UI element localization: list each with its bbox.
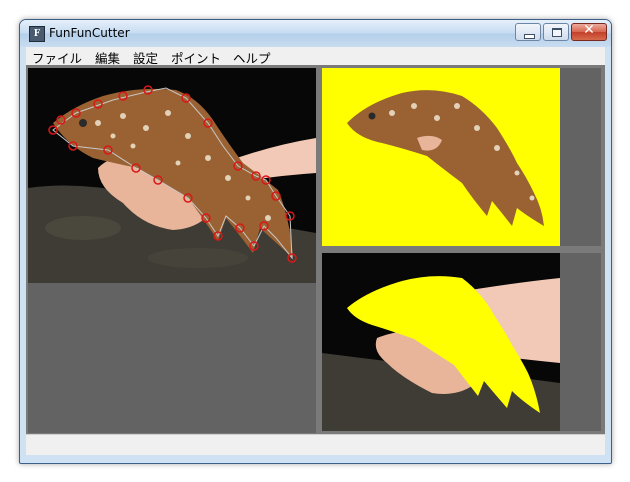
minimize-icon xyxy=(524,34,535,39)
editor-canvas[interactable] xyxy=(28,68,316,433)
close-button[interactable]: ✕ xyxy=(571,22,607,41)
cutout-preview-pane xyxy=(322,68,601,246)
editor-pane xyxy=(28,68,316,433)
app-icon[interactable]: F xyxy=(29,26,45,42)
status-bar xyxy=(26,434,605,455)
app-window: F FunFunCutter ✕ ファイル 編集 設定 ポイント ヘルプ xyxy=(19,19,612,464)
mask-preview-image xyxy=(322,253,560,431)
minimize-button[interactable] xyxy=(515,23,541,41)
maximize-button[interactable] xyxy=(543,23,569,41)
close-icon: ✕ xyxy=(583,22,595,38)
cutout-preview-image xyxy=(322,68,560,246)
menu-bar: ファイル 編集 設定 ポイント ヘルプ xyxy=(26,47,605,66)
window-title: FunFunCutter xyxy=(49,26,130,40)
title-bar[interactable]: F FunFunCutter ✕ xyxy=(20,20,611,47)
mask-preview-pane xyxy=(322,253,601,431)
client-area xyxy=(26,65,605,434)
maximize-icon xyxy=(552,28,562,37)
